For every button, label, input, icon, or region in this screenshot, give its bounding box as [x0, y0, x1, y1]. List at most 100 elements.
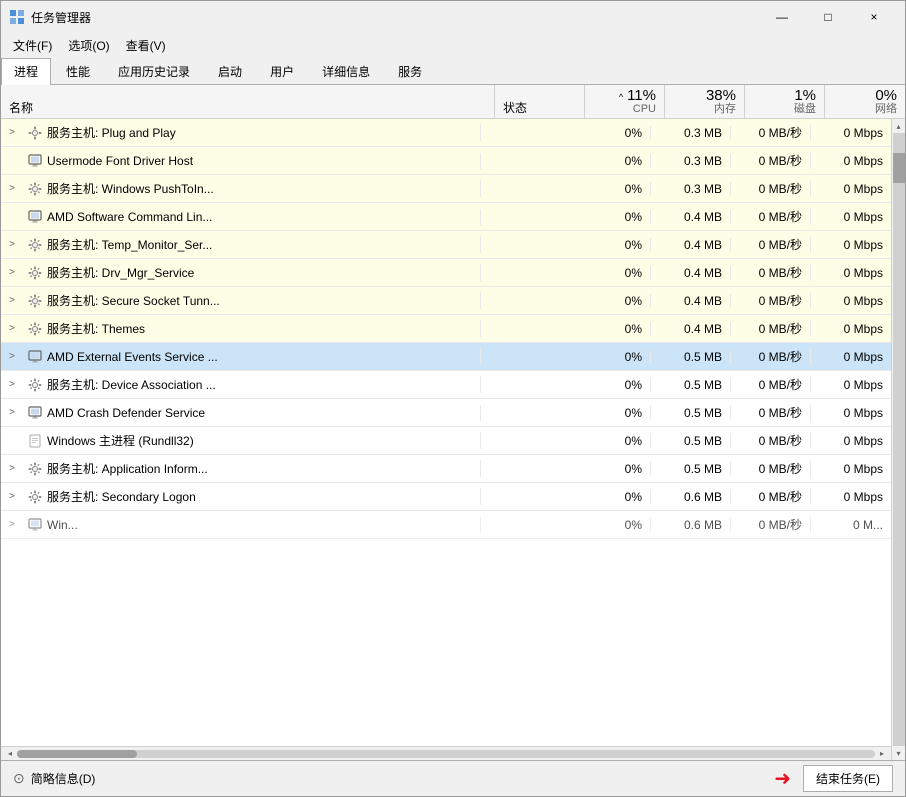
scroll-down-arrow[interactable]: ▾ [892, 746, 906, 760]
row-cpu: 0% [571, 462, 651, 476]
row-cpu: 0% [571, 378, 651, 392]
row-network: 0 Mbps [811, 378, 891, 392]
vertical-scroll-track[interactable] [893, 133, 905, 746]
row-process-name: > 服务主机: Application Inform... [1, 460, 481, 477]
row-name-text: 服务主机: Secure Socket Tunn... [47, 292, 220, 309]
scroll-left-arrow[interactable]: ◂ [3, 747, 17, 761]
menu-options[interactable]: 选项(O) [60, 35, 117, 56]
row-cpu: 0% [571, 350, 651, 364]
vertical-scroll-thumb[interactable] [893, 153, 905, 183]
row-disk: 0 MB/秒 [731, 180, 811, 197]
col-header-net[interactable]: 0% 网络 [825, 85, 905, 118]
scroll-up-arrow[interactable]: ▴ [892, 119, 906, 133]
row-process-icon [27, 461, 43, 477]
row-expand-icon[interactable]: > [9, 127, 23, 138]
row-cpu: 0% [571, 406, 651, 420]
row-cpu: 0% [571, 518, 651, 532]
row-expand-icon[interactable]: > [9, 239, 23, 250]
row-expand-icon[interactable]: > [9, 323, 23, 334]
col-header-disk[interactable]: 1% 磁盘 [745, 85, 825, 118]
process-list[interactable]: > 服务主机: Plug and Play 0% 0.3 MB 0 MB/秒 0… [1, 119, 891, 746]
tab-processes[interactable]: 进程 [1, 58, 51, 85]
table-row[interactable]: > AMD Crash Defender Service 0% 0.5 MB 0… [1, 399, 891, 427]
row-disk: 0 MB/秒 [731, 348, 811, 365]
tab-startup[interactable]: 启动 [205, 58, 255, 85]
tab-details[interactable]: 详细信息 [309, 58, 383, 85]
table-row[interactable]: > Win... 0% 0.6 MB 0 MB/秒 0 M... [1, 511, 891, 539]
row-expand-icon[interactable]: > [9, 491, 23, 502]
table-row[interactable]: > AMD External Events Service ... 0% 0.5… [1, 343, 891, 371]
row-disk: 0 MB/秒 [731, 292, 811, 309]
row-network: 0 M... [811, 518, 891, 532]
vertical-scrollbar[interactable]: ▴ ▾ [891, 119, 905, 760]
horizontal-scrollbar[interactable]: ◂ ▸ [1, 746, 891, 760]
row-expand-icon[interactable]: > [9, 351, 23, 362]
cpu-percent: 11% [627, 88, 656, 103]
row-disk: 0 MB/秒 [731, 320, 811, 337]
minimize-button[interactable]: — [759, 1, 805, 33]
table-row[interactable]: > 服务主机: Application Inform... 0% 0.5 MB … [1, 455, 891, 483]
row-name-text: 服务主机: Application Inform... [47, 460, 208, 477]
col-header-mem[interactable]: 38% 内存 [665, 85, 745, 118]
cpu-sort-icon: ^ [619, 92, 623, 102]
tab-services[interactable]: 服务 [385, 58, 435, 85]
status-text[interactable]: 简略信息(D) [31, 770, 96, 787]
col-header-cpu[interactable]: ^ 11% CPU [585, 85, 665, 118]
row-cpu: 0% [571, 126, 651, 140]
row-expand-icon[interactable]: > [9, 463, 23, 474]
row-name-text: 服务主机: Secondary Logon [47, 488, 196, 505]
row-disk: 0 MB/秒 [731, 208, 811, 225]
row-cpu: 0% [571, 210, 651, 224]
menu-file[interactable]: 文件(F) [5, 35, 60, 56]
scrollbar-track[interactable] [17, 750, 875, 758]
tab-performance[interactable]: 性能 [53, 58, 103, 85]
menu-view[interactable]: 查看(V) [118, 35, 174, 56]
row-process-name: > Win... [1, 517, 481, 533]
row-network: 0 Mbps [811, 182, 891, 196]
tab-app-history[interactable]: 应用历史记录 [105, 58, 203, 85]
table-row[interactable]: > 服务主机: Secondary Logon 0% 0.6 MB 0 MB/秒… [1, 483, 891, 511]
table-row[interactable]: > 服务主机: Drv_Mgr_Service 0% 0.4 MB 0 MB/秒… [1, 259, 891, 287]
disk-percent: 1% [794, 88, 816, 103]
row-process-icon [27, 433, 43, 449]
tab-users[interactable]: 用户 [257, 58, 307, 85]
table-row[interactable]: > 服务主机: Themes 0% 0.4 MB 0 MB/秒 0 Mbps [1, 315, 891, 343]
row-process-icon [27, 405, 43, 421]
row-network: 0 Mbps [811, 126, 891, 140]
row-name-text: Usermode Font Driver Host [47, 154, 193, 168]
table-row[interactable]: Windows 主进程 (Rundll32) 0% 0.5 MB 0 MB/秒 … [1, 427, 891, 455]
row-expand-icon[interactable]: > [9, 519, 23, 530]
table-row[interactable]: > 服务主机: Secure Socket Tunn... 0% 0.4 MB … [1, 287, 891, 315]
row-expand-icon[interactable]: > [9, 379, 23, 390]
col-header-name[interactable]: 名称 [1, 85, 495, 118]
col-header-status[interactable]: 状态 [495, 85, 585, 118]
row-network: 0 Mbps [811, 462, 891, 476]
table-area: > 服务主机: Plug and Play 0% 0.3 MB 0 MB/秒 0… [1, 119, 905, 760]
table-header-top: 名称 状态 ^ 11% CPU 38% 内存 1% 磁盘 0% [1, 85, 905, 119]
row-process-icon [27, 489, 43, 505]
row-expand-icon[interactable]: > [9, 407, 23, 418]
scroll-right-arrow[interactable]: ▸ [875, 747, 889, 761]
status-bar-left: ⊙ 简略信息(D) [13, 770, 774, 787]
table-row[interactable]: > 服务主机: Windows PushToIn... 0% 0.3 MB 0 … [1, 175, 891, 203]
table-row[interactable]: AMD Software Command Lin... 0% 0.4 MB 0 … [1, 203, 891, 231]
row-expand-icon[interactable]: > [9, 267, 23, 278]
close-button[interactable]: × [851, 1, 897, 33]
end-task-button[interactable]: 结束任务(E) [803, 765, 893, 792]
row-network: 0 Mbps [811, 434, 891, 448]
row-expand-icon[interactable]: > [9, 295, 23, 306]
row-process-icon [27, 153, 43, 169]
row-name-text: AMD External Events Service ... [47, 350, 218, 364]
row-expand-icon[interactable]: > [9, 183, 23, 194]
row-cpu: 0% [571, 182, 651, 196]
table-row[interactable]: > 服务主机: Device Association ... 0% 0.5 MB… [1, 371, 891, 399]
scrollbar-thumb[interactable] [17, 750, 137, 758]
table-row[interactable]: Usermode Font Driver Host 0% 0.3 MB 0 MB… [1, 147, 891, 175]
row-process-icon [27, 209, 43, 225]
row-process-name: > 服务主机: Secondary Logon [1, 488, 481, 505]
task-manager-window: 任务管理器 — □ × 文件(F) 选项(O) 查看(V) 进程 性能 应用历史… [0, 0, 906, 797]
table-row[interactable]: > 服务主机: Plug and Play 0% 0.3 MB 0 MB/秒 0… [1, 119, 891, 147]
maximize-button[interactable]: □ [805, 1, 851, 33]
table-row[interactable]: > 服务主机: Temp_Monitor_Ser... 0% 0.4 MB 0 … [1, 231, 891, 259]
row-process-name: > 服务主机: Drv_Mgr_Service [1, 264, 481, 281]
